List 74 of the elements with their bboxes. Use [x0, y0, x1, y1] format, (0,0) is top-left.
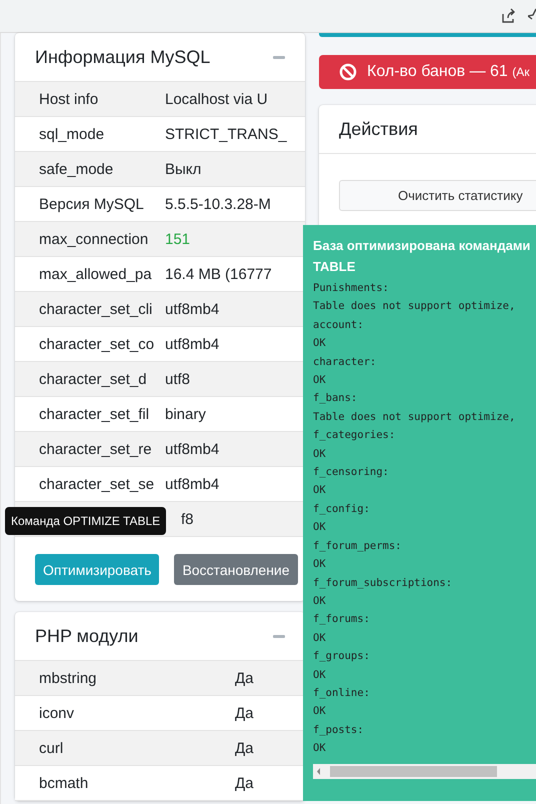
table-cell: STRICT_TRANS_	[165, 126, 287, 142]
log-line: f_forum_perms:	[313, 538, 403, 554]
log-line: f_categories:	[313, 428, 396, 444]
table-cell: Localhost via U	[165, 90, 268, 108]
table-cell-text: Да	[234, 704, 254, 722]
table-cell-text: sql_mode	[38, 126, 106, 142]
table-cell: utf8mb4	[165, 300, 220, 318]
card-title: Информация MySQL	[35, 46, 210, 68]
log-line: Punishments:	[313, 281, 390, 296]
table-cell-text: character_set_se	[38, 476, 156, 492]
log-line: OK	[313, 520, 327, 536]
log-line: OK	[313, 668, 327, 683]
collapse-icon[interactable]	[273, 634, 285, 638]
table-cell-text: character_set_d	[38, 370, 148, 388]
scrollbar[interactable]	[313, 764, 536, 779]
table-cell: 5.5.5-10.3.28-M	[165, 196, 271, 212]
table-cell-text: Да	[234, 774, 254, 792]
table-cell: Выкл	[165, 160, 202, 178]
log-line: OK	[313, 373, 327, 388]
table-cell: utf8mb4	[165, 476, 220, 492]
table-cell-text: iconv	[38, 704, 76, 722]
table-cell-text: max_allowed_pa	[38, 266, 153, 282]
log-line: f_bans:	[313, 391, 358, 406]
log-line: f_config:	[313, 502, 371, 517]
log-line: OK	[313, 594, 327, 609]
tooltip: Команда OPTIMIZE TABLE	[5, 507, 166, 535]
log-line: f_posts:	[313, 722, 365, 738]
log-line: OK	[313, 741, 327, 756]
log-line: f_groups:	[313, 649, 371, 664]
table-cell: f8	[181, 510, 194, 528]
card-title: PHP модули	[35, 626, 138, 646]
log-line: OK	[313, 446, 327, 462]
log-line: f_online:	[313, 686, 371, 701]
table-cell-text: character_set_fil	[38, 406, 150, 422]
log-line: f_censoring:	[313, 465, 390, 480]
log-line: account:	[313, 318, 365, 333]
table-cell: 151	[165, 230, 190, 248]
log-line: OK	[313, 630, 327, 646]
table-cell: utf8mb4	[165, 336, 220, 352]
optimize-button[interactable]: Оптимизировать	[35, 554, 160, 585]
action-button[interactable]: Очистить статистику	[339, 180, 536, 211]
table-cell-text: curl	[38, 740, 64, 756]
log-line: OK	[313, 483, 327, 498]
log-line: OK	[313, 557, 327, 572]
table-cell: utf8mb4	[165, 440, 220, 458]
toast-title: TABLE	[313, 258, 356, 276]
share-icon[interactable]	[500, 8, 516, 24]
table-cell-text: Да	[234, 740, 254, 756]
table-cell: utf8	[165, 370, 190, 388]
collapse-icon[interactable]	[273, 56, 285, 58]
table-cell-text: character_set_cli	[38, 300, 154, 318]
toast-title: База оптимизирована командами	[313, 237, 532, 255]
table-cell-text: character_set_re	[38, 440, 153, 458]
table-cell-text: mbstring	[38, 670, 98, 686]
table-cell: 16.4 MB (16777	[165, 266, 272, 282]
ban-icon	[339, 63, 357, 81]
restore-button[interactable]: Восстановление	[174, 554, 298, 585]
log-line: f_forum_subscriptions:	[313, 576, 454, 590]
log-line: OK	[313, 704, 327, 720]
alert-text: Кол-во банов — 61 (Ак	[367, 63, 530, 81]
log-line: Table does not support optimize,	[313, 410, 516, 425]
table-cell-text: max_connection	[38, 230, 150, 248]
log-line: character:	[313, 354, 378, 370]
log-line: f_forums:	[313, 612, 371, 628]
table-cell-text: Да	[234, 670, 254, 686]
table-cell-text: character_set_co	[38, 336, 156, 352]
table-cell-text: Host info	[38, 90, 100, 108]
table-cell: binary	[165, 406, 206, 422]
table-cell-text: bcmath	[38, 774, 90, 792]
log-line: Table does not support optimize,	[313, 299, 516, 314]
log-line: OK	[313, 336, 327, 352]
table-cell-text: Версия MySQL	[38, 196, 145, 212]
card-title: Действия	[339, 118, 418, 140]
table-cell-text: safe_mode	[38, 160, 114, 178]
